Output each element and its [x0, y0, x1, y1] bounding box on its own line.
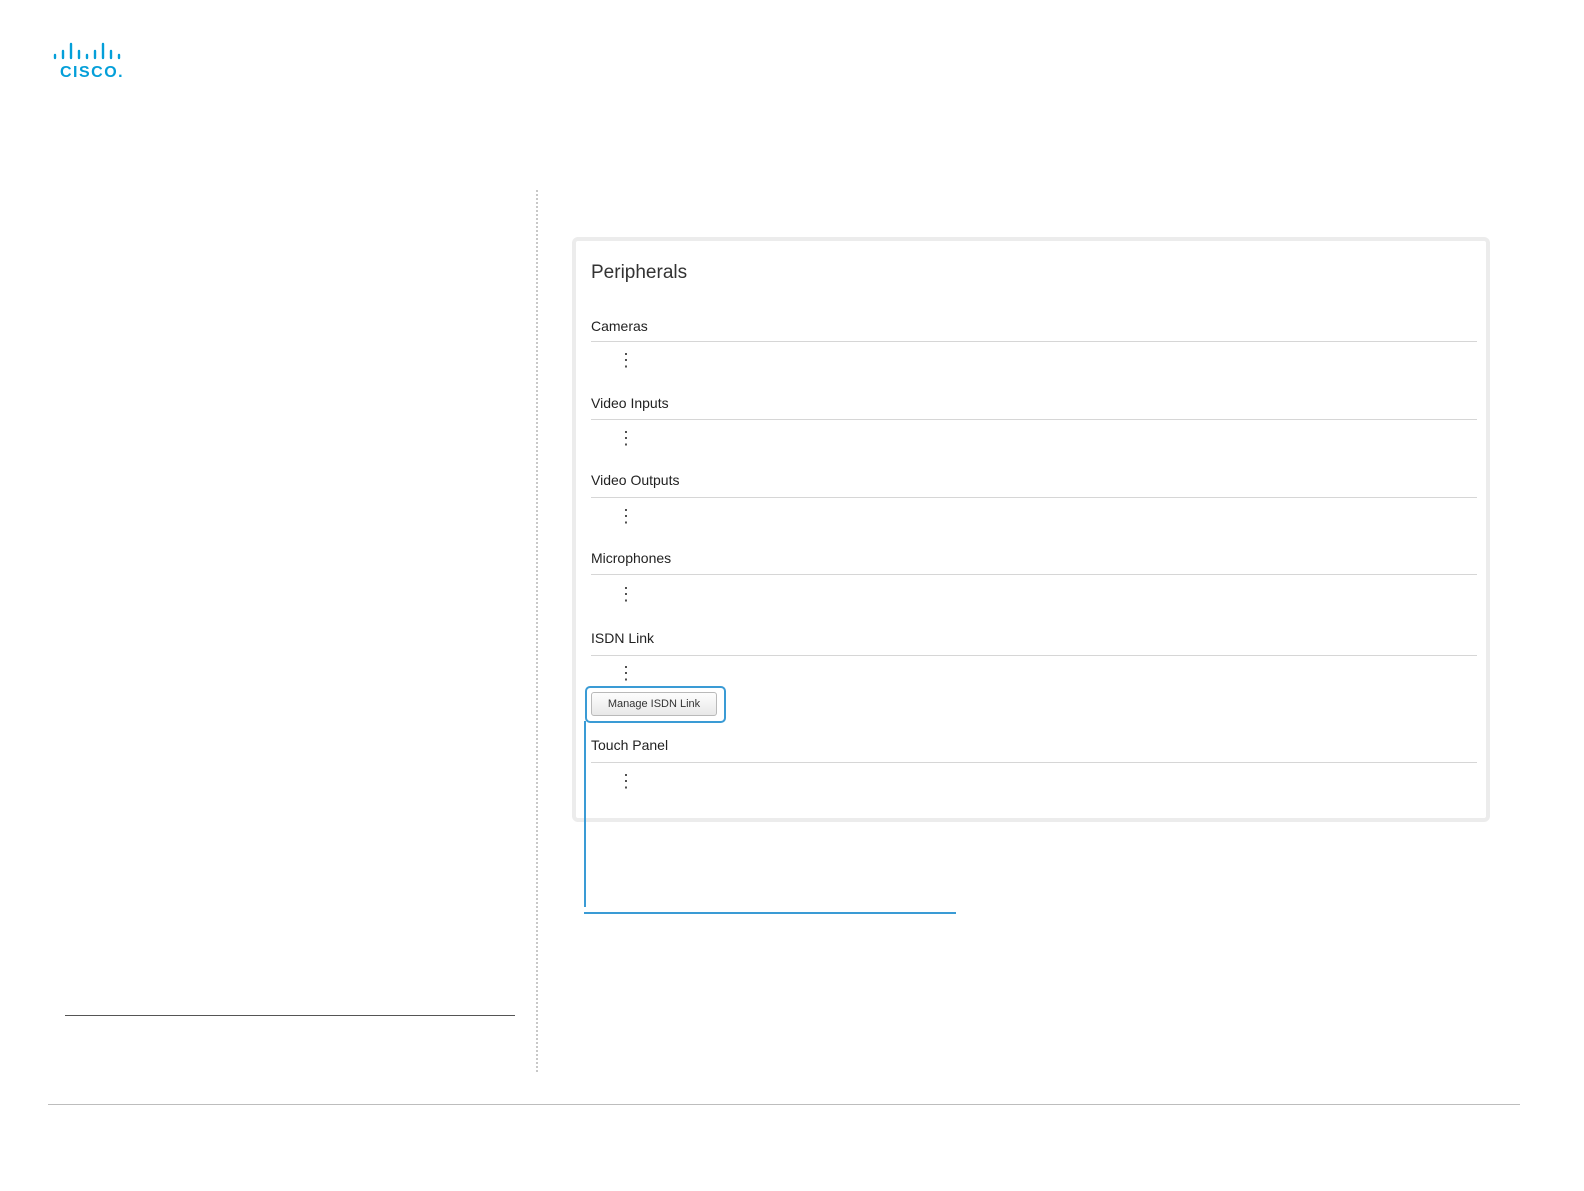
- panel-title: Peripherals: [591, 262, 688, 283]
- section-microphones-label: Microphones: [591, 550, 672, 566]
- video-inputs-more-icon[interactable]: ⋮: [617, 428, 635, 448]
- section-touch-panel-divider: [591, 762, 1477, 763]
- section-microphones-divider: [591, 574, 1477, 575]
- callout-line-horizontal: [584, 912, 956, 914]
- manage-isdn-highlight: [585, 686, 726, 723]
- touch-panel-more-icon[interactable]: ⋮: [617, 771, 635, 791]
- section-video-outputs-divider: [591, 497, 1477, 498]
- section-isdn-link-label: ISDN Link: [591, 630, 655, 646]
- section-cameras-label: Cameras: [591, 318, 648, 334]
- callout-line-vertical: [584, 721, 586, 907]
- left-column-rule: [65, 1015, 515, 1016]
- isdn-link-more-icon[interactable]: ⋮: [617, 663, 635, 683]
- cameras-more-icon[interactable]: ⋮: [617, 350, 635, 370]
- svg-text:CISCO.: CISCO.: [60, 64, 124, 80]
- video-outputs-more-icon[interactable]: ⋮: [617, 506, 635, 526]
- microphones-more-icon[interactable]: ⋮: [617, 584, 635, 604]
- section-video-inputs-label: Video Inputs: [591, 395, 669, 411]
- section-video-inputs-divider: [591, 419, 1477, 420]
- section-cameras-divider: [591, 341, 1477, 342]
- column-divider: [536, 190, 538, 1072]
- section-isdn-link-divider: [591, 655, 1477, 656]
- cisco-logo: CISCO.: [53, 42, 124, 80]
- section-video-outputs-label: Video Outputs: [591, 472, 680, 488]
- section-touch-panel-label: Touch Panel: [591, 737, 669, 753]
- footer-rule: [48, 1104, 1520, 1105]
- peripherals-panel: [572, 237, 1490, 822]
